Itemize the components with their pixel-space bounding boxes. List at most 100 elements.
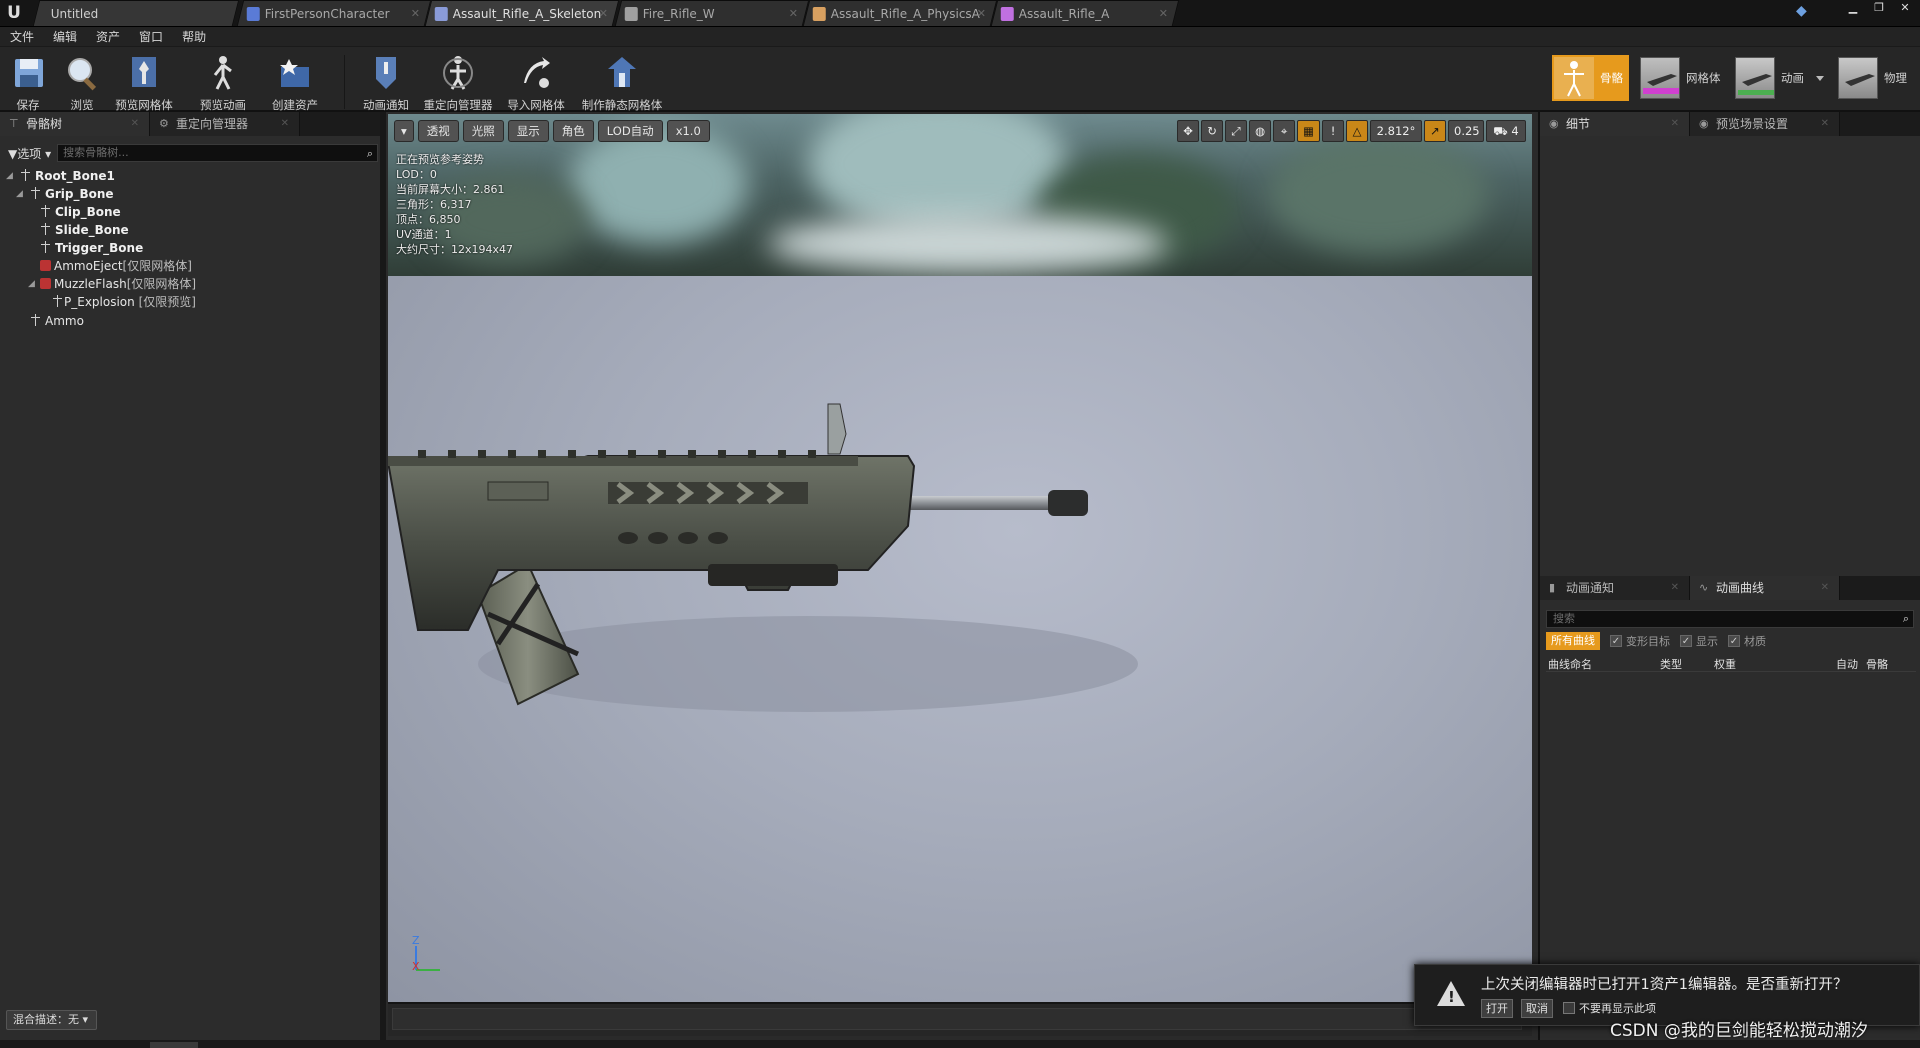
character-button[interactable]: 角色 [552,120,594,142]
tab-skeleton-tree[interactable]: ⊤ 骨骼树 ✕ [0,112,150,136]
maximize-icon[interactable]: ❐ [1868,0,1890,16]
options-dropdown[interactable]: ▼选项 ▾ [8,145,51,162]
material-checkbox[interactable]: ✓ 材质 [1728,633,1766,649]
menu-help[interactable]: 帮助 [182,28,206,45]
close-icon[interactable]: ✕ [1159,1,1168,26]
world-local-icon[interactable]: ◍ [1249,120,1272,142]
mode-physics[interactable]: 物理 [1838,55,1907,101]
scale-icon[interactable]: ⤢ [1225,120,1248,142]
tab-physics-asset[interactable]: Assault_Rifle_A_PhysicsA ✕ [802,0,998,26]
tree-node-ammoeject[interactable]: AmmoEject[仅限网格体] [40,258,192,275]
scroll-thumb[interactable] [150,1042,198,1048]
scale-snap-icon[interactable]: ↗ [1424,120,1446,142]
dont-show-again-checkbox[interactable]: 不要再显示此项 [1563,1000,1656,1016]
retarget-manager-button[interactable]: 重定向管理器 [420,53,496,112]
tab-assault-rifle-skeleton[interactable]: Assault_Rifle_A_Skeleton ✕ [424,0,620,26]
create-asset-button[interactable]: 创建资产 [266,53,324,112]
tab-firstpersoncharacter[interactable]: FirstPersonCharacter ✕ [236,0,432,26]
tab-fire-rifle-w[interactable]: Fire_Rifle_W ✕ [614,0,810,26]
column-bone[interactable]: 骨骼 [1866,656,1888,672]
menu-edit[interactable]: 编辑 [53,28,77,45]
watermark: CSDN @我的巨剑能轻松搅动潮汐 [1610,1021,1868,1041]
lit-button[interactable]: 光照 [462,120,504,142]
timeline-track[interactable] [392,1008,1522,1030]
menu-file[interactable]: 文件 [10,28,34,45]
column-curve-name[interactable]: 曲线命名 [1548,656,1592,672]
preview-animation-button[interactable]: 预览动画 [194,53,252,112]
close-icon[interactable]: ✕ [1671,576,1679,600]
mode-skeleton[interactable]: 骨骼 [1552,55,1629,101]
close-icon[interactable]: ✕ [1821,576,1829,600]
cancel-button[interactable]: 取消 [1521,999,1553,1018]
tab-anim-curves[interactable]: ∿ 动画曲线 ✕ [1690,576,1840,600]
translate-icon[interactable]: ✥ [1177,120,1200,142]
tree-node-grip-bone[interactable]: ◢ Grip_Bone [16,186,114,203]
grid-snap-icon[interactable]: ▦ [1297,120,1320,142]
menu-window[interactable]: 窗口 [139,28,163,45]
curve-search-input[interactable]: 搜索 ⌕ [1546,610,1914,628]
close-icon[interactable]: ✕ [411,1,420,26]
browse-button[interactable]: 浏览 [60,53,104,112]
column-auto[interactable]: 自动 [1836,656,1858,672]
close-icon[interactable]: ✕ [281,112,289,136]
tab-retarget-manager[interactable]: ⚙ 重定向管理器 ✕ [150,112,300,136]
tree-node-p-explosion[interactable]: P_Explosion [仅限预览] [52,294,196,311]
tab-preview-scene-settings[interactable]: ◉ 预览场景设置 ✕ [1690,112,1840,136]
tree-node-clip-bone[interactable]: Clip_Bone [40,204,121,221]
viewport[interactable]: ▾ 透视 光照 显示 角色 LOD自动 x1.0 ✥ ↻ ⤢ ◍ ⌖ ▦ ! △… [388,114,1532,1002]
tree-node-root-bone1[interactable]: ◢ Root_Bone1 [6,168,115,185]
blend-desc-dropdown[interactable]: 混合描述：无 ▾ [6,1010,98,1030]
tab-anim-notifies[interactable]: ▮ 动画通知 ✕ [1540,576,1690,600]
mode-animation[interactable]: 动画 [1735,55,1824,101]
minimize-icon[interactable]: ▁ [1842,0,1864,16]
stat-line: 三角形：6,317 [396,198,472,211]
tree-node-slide-bone[interactable]: Slide_Bone [40,222,129,239]
column-weight[interactable]: 权重 [1714,656,1736,672]
skeleton-search-input[interactable]: 搜索骨骼树... ⌕ [57,144,378,162]
rotation-snap-value[interactable]: 2.812° [1370,120,1422,142]
save-button[interactable]: 保存 [8,53,48,112]
ue-logo-icon[interactable]: U [3,2,25,24]
close-icon[interactable]: ✕ [599,1,608,26]
grid-snap-value[interactable]: ! [1322,120,1344,142]
rotation-snap-icon[interactable]: △ [1346,120,1368,142]
close-icon[interactable]: ✕ [789,1,798,26]
all-curves-button[interactable]: 所有曲线 [1546,632,1600,650]
rotate-icon[interactable]: ↻ [1201,120,1224,142]
playback-speed-button[interactable]: x1.0 [666,120,710,142]
tree-node-trigger-bone[interactable]: Trigger_Bone [40,240,143,257]
expand-arrow-icon[interactable]: ◢ [6,168,13,185]
show-checkbox[interactable]: ✓ 显示 [1680,633,1718,649]
close-icon[interactable]: ✕ [1671,112,1679,136]
close-icon[interactable]: ✕ [131,112,139,136]
make-static-mesh-button[interactable]: 制作静态网格体 [578,53,666,112]
surface-snap-icon[interactable]: ⌖ [1273,120,1296,142]
chevron-down-icon[interactable] [1816,75,1824,81]
tree-node-ammo[interactable]: Ammo [30,313,84,330]
expand-arrow-icon[interactable]: ◢ [16,186,23,203]
morph-target-checkbox[interactable]: ✓ 变形目标 [1610,633,1670,649]
menu-asset[interactable]: 资产 [96,28,120,45]
tree-node-muzzleflash[interactable]: ◢ MuzzleFlash[仅限网格体] [28,276,196,293]
open-button[interactable]: 打开 [1481,999,1513,1018]
preview-animation-icon [202,53,244,93]
tab-details[interactable]: ◉ 细节 ✕ [1540,112,1690,136]
import-mesh-button[interactable]: 导入网格体 [504,53,568,112]
scale-snap-value[interactable]: 0.25 [1448,120,1484,142]
anim-notify-button[interactable]: 动画通知 [358,53,414,112]
preview-mesh-button[interactable]: 预览网格体 [112,53,176,112]
lod-auto-button[interactable]: LOD自动 [597,120,663,142]
column-type[interactable]: 类型 [1660,656,1682,672]
viewport-options-dropdown[interactable]: ▾ [394,120,414,142]
perspective-button[interactable]: 透视 [417,120,459,142]
tab-assault-rifle-a[interactable]: Assault_Rifle_A ✕ [990,0,1180,26]
expand-arrow-icon[interactable]: ◢ [28,276,35,293]
mode-mesh[interactable]: 网格体 [1640,55,1721,101]
close-icon[interactable]: ✕ [1821,112,1829,136]
source-control-icon[interactable]: ◆ [1796,3,1814,21]
tab-untitled[interactable]: Untitled [32,0,240,26]
close-window-icon[interactable]: ✕ [1894,0,1916,16]
show-button[interactable]: 显示 [507,120,549,142]
close-icon[interactable]: ✕ [977,1,986,26]
camera-speed-button[interactable]: ⛟ 4 [1486,120,1526,142]
